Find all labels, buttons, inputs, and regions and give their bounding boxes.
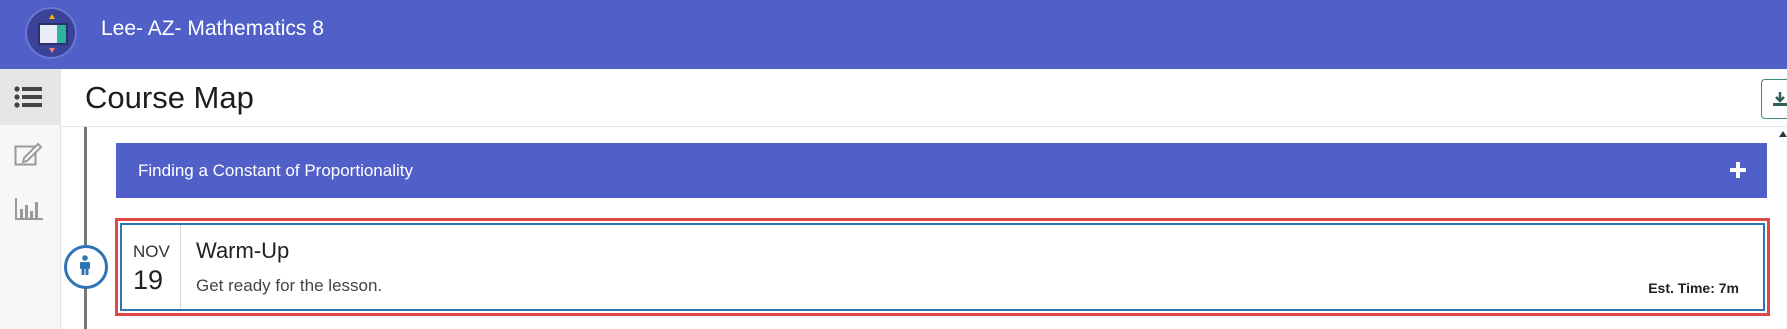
sidebar-item-course-map[interactable] [0,69,60,125]
download-icon [1773,92,1787,106]
timeline-node [64,245,108,289]
plus-icon[interactable] [1727,159,1749,181]
date-month: NOV [133,242,170,261]
timeline-line [84,127,87,329]
sidebar-item-reports[interactable] [0,181,60,237]
edit-icon [14,142,43,166]
activity-description: Get ready for the lesson. [196,276,383,295]
section-title: Finding a Constant of Proportionality [138,161,413,180]
person-icon [80,255,90,275]
left-sidebar [0,69,61,329]
date-day: 19 [133,265,164,295]
scroll-up-arrow-icon[interactable] [1779,131,1787,137]
sidebar-item-assignments[interactable] [0,125,60,181]
page-title: Course Map [85,80,254,115]
activity-title[interactable]: Warm-Up [196,238,289,264]
top-app-bar: Lee- AZ- Mathematics 8 [0,0,1787,69]
activity-card-warm-up[interactable]: NOV 19 Warm-Up Get ready for the lesson.… [115,218,1770,316]
activity-card-body: NOV 19 Warm-Up Get ready for the lesson.… [120,223,1765,311]
course-title: Lee- AZ- Mathematics 8 [101,17,324,40]
section-header[interactable]: Finding a Constant of Proportionality [116,143,1767,198]
course-app-logo-icon[interactable] [25,7,77,59]
list-icon [14,86,42,108]
page-header: Course Map [61,69,1787,127]
activity-date: NOV 19 [122,225,181,309]
download-button[interactable] [1761,79,1787,119]
estimated-time: Est. Time: 7m [1648,280,1739,296]
bar-chart-icon [15,198,43,220]
